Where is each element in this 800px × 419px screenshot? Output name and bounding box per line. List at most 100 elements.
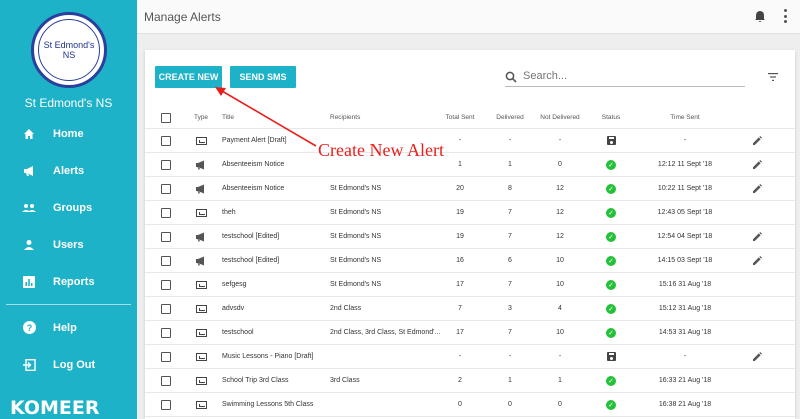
sms-icon bbox=[195, 136, 207, 145]
help-icon: ? bbox=[22, 321, 36, 335]
sidebar-item-home[interactable]: Home bbox=[0, 115, 137, 152]
row-checkbox[interactable] bbox=[161, 135, 171, 146]
sms-icon bbox=[195, 328, 207, 337]
table-row[interactable]: advsdv 2nd Class 7 3 4 ✓ 15:12 31 Aug '18 bbox=[145, 297, 795, 321]
cell-title: Absenteeism Notice bbox=[222, 161, 285, 168]
header-time-sent[interactable]: Time Sent bbox=[645, 107, 725, 128]
sidebar: St Edmond's NS St Edmond's NS Home Alert… bbox=[0, 0, 137, 419]
sidebar-item-label: Help bbox=[53, 321, 77, 334]
check-circle-icon: ✓ bbox=[606, 159, 616, 170]
megaphone-icon bbox=[196, 256, 204, 265]
edit-icon[interactable] bbox=[752, 183, 762, 194]
cell-not-delivered: 10 bbox=[556, 257, 564, 264]
cell-title: theh bbox=[222, 209, 236, 216]
table-row[interactable]: Absenteeism Notice St Edmond's NS 20 8 12 ✓ 10… bbox=[145, 177, 795, 201]
more-menu-icon[interactable] bbox=[784, 9, 788, 23]
cell-title: sefgesg bbox=[222, 281, 247, 288]
sidebar-item-label: Log Out bbox=[53, 358, 96, 371]
header-type[interactable]: Type bbox=[193, 107, 209, 128]
table-row[interactable]: School Trip 3rd Class 3rd Class 2 1 1 ✓ 16:33 … bbox=[145, 369, 795, 393]
check-circle-icon: ✓ bbox=[606, 375, 616, 386]
row-checkbox[interactable] bbox=[161, 351, 171, 362]
cell-title: Music Lessons - Piano [Draft] bbox=[222, 353, 314, 360]
sms-icon bbox=[195, 208, 207, 217]
edit-icon[interactable] bbox=[752, 231, 762, 242]
home-icon bbox=[22, 127, 36, 141]
row-checkbox[interactable] bbox=[161, 375, 171, 386]
table-row[interactable]: Swimming Lessons 5th Class 0 0 0 ✓ 16:38 21 A… bbox=[145, 393, 795, 417]
table-row[interactable]: testschool [Edited] St Edmond's NS 16 6 10 ✓ 1… bbox=[145, 249, 795, 273]
row-checkbox[interactable] bbox=[161, 399, 171, 410]
cell-time-sent: 12:43 05 Sept '18 bbox=[657, 209, 713, 216]
edit-icon[interactable] bbox=[752, 351, 762, 362]
cell-total-sent: 17 bbox=[456, 281, 464, 288]
cell-not-delivered: 10 bbox=[556, 329, 564, 336]
cell-time-sent: 14:53 31 Aug '18 bbox=[658, 329, 712, 336]
table-row[interactable]: Absenteeism Notice 1 1 0 ✓ 12:12 11 Sept '18 bbox=[145, 153, 795, 177]
cell-recipients: St Edmond's NS bbox=[330, 233, 382, 240]
search-input[interactable] bbox=[523, 70, 733, 82]
sms-icon bbox=[195, 304, 207, 313]
bell-icon[interactable] bbox=[754, 10, 766, 23]
row-checkbox[interactable] bbox=[161, 159, 171, 170]
sms-icon bbox=[195, 376, 207, 385]
header-delivered[interactable]: Delivered bbox=[490, 107, 530, 128]
row-checkbox[interactable] bbox=[161, 279, 171, 290]
sidebar-item-groups[interactable]: Groups bbox=[0, 189, 137, 226]
check-circle-icon: ✓ bbox=[606, 303, 616, 314]
cell-recipients: St Edmond's NS bbox=[330, 257, 382, 264]
cell-total-sent: 1 bbox=[458, 161, 462, 168]
cell-recipients: 2nd Class bbox=[330, 305, 362, 312]
cell-time-sent: - bbox=[683, 353, 687, 360]
check-circle-icon: ✓ bbox=[606, 231, 616, 242]
header-total-sent[interactable]: Total Sent bbox=[440, 107, 480, 128]
header-recipients[interactable]: Recipients bbox=[330, 107, 440, 128]
sidebar-item-reports[interactable]: Reports bbox=[0, 263, 137, 300]
cell-delivered: - bbox=[508, 353, 512, 360]
header-status[interactable]: Status bbox=[600, 107, 622, 128]
row-checkbox[interactable] bbox=[161, 303, 171, 314]
header-title[interactable]: Title bbox=[222, 107, 326, 128]
cell-delivered: 6 bbox=[508, 257, 512, 264]
edit-icon[interactable] bbox=[752, 255, 762, 266]
sidebar-item-logout[interactable]: Log Out bbox=[0, 346, 137, 383]
filter-icon[interactable] bbox=[768, 73, 778, 81]
edit-icon[interactable] bbox=[752, 159, 762, 170]
table-row[interactable]: testschool [Edited] St Edmond's NS 19 7 12 ✓ 1… bbox=[145, 225, 795, 249]
reports-icon bbox=[22, 275, 36, 289]
row-checkbox[interactable] bbox=[161, 183, 171, 194]
megaphone-icon bbox=[196, 232, 204, 241]
row-checkbox[interactable] bbox=[161, 231, 171, 242]
sidebar-item-label: Users bbox=[53, 238, 84, 251]
table-row[interactable]: Music Lessons - Piano [Draft] - - - - bbox=[145, 345, 795, 369]
megaphone-icon bbox=[196, 160, 204, 169]
create-new-button[interactable]: CREATE NEW bbox=[155, 66, 222, 88]
draft-save-icon bbox=[606, 136, 616, 145]
table-row[interactable]: Payment Alert [Draft] - - - - bbox=[145, 129, 795, 153]
cell-total-sent: 17 bbox=[456, 329, 464, 336]
table-row[interactable]: theh St Edmond's NS 19 7 12 ✓ 12:43 05 Sept '1… bbox=[145, 201, 795, 225]
cell-title: testschool [Edited] bbox=[222, 233, 280, 240]
row-checkbox[interactable] bbox=[161, 207, 171, 218]
cell-recipients: St Edmond's NS bbox=[330, 281, 382, 288]
check-circle-icon: ✓ bbox=[606, 327, 616, 338]
sidebar-item-alerts[interactable]: Alerts bbox=[0, 152, 137, 189]
table-row[interactable]: testschool 2nd Class, 3rd Class, St Edmon… bbox=[145, 321, 795, 345]
header-not-delivered[interactable]: Not Delivered bbox=[535, 107, 585, 128]
sidebar-item-users[interactable]: Users bbox=[0, 226, 137, 263]
row-checkbox[interactable] bbox=[161, 255, 171, 266]
table-row[interactable]: sefgesg St Edmond's NS 17 7 10 ✓ 15:16 31 Aug … bbox=[145, 273, 795, 297]
sidebar-item-help[interactable]: ? Help bbox=[0, 309, 137, 346]
sidebar-item-label: Home bbox=[53, 127, 84, 140]
sms-icon bbox=[195, 280, 207, 289]
cell-title: testschool [Edited] bbox=[222, 257, 280, 264]
svg-text:?: ? bbox=[26, 323, 32, 333]
check-circle-icon: ✓ bbox=[606, 399, 616, 410]
select-all-checkbox[interactable] bbox=[161, 112, 171, 123]
table-header: Type Title Recipients Total Sent Deliver… bbox=[145, 107, 795, 129]
row-checkbox[interactable] bbox=[161, 327, 171, 338]
megaphone-icon bbox=[22, 164, 36, 178]
edit-icon[interactable] bbox=[752, 135, 762, 146]
send-sms-button[interactable]: SEND SMS bbox=[230, 66, 296, 88]
sidebar-item-label: Groups bbox=[53, 201, 93, 214]
